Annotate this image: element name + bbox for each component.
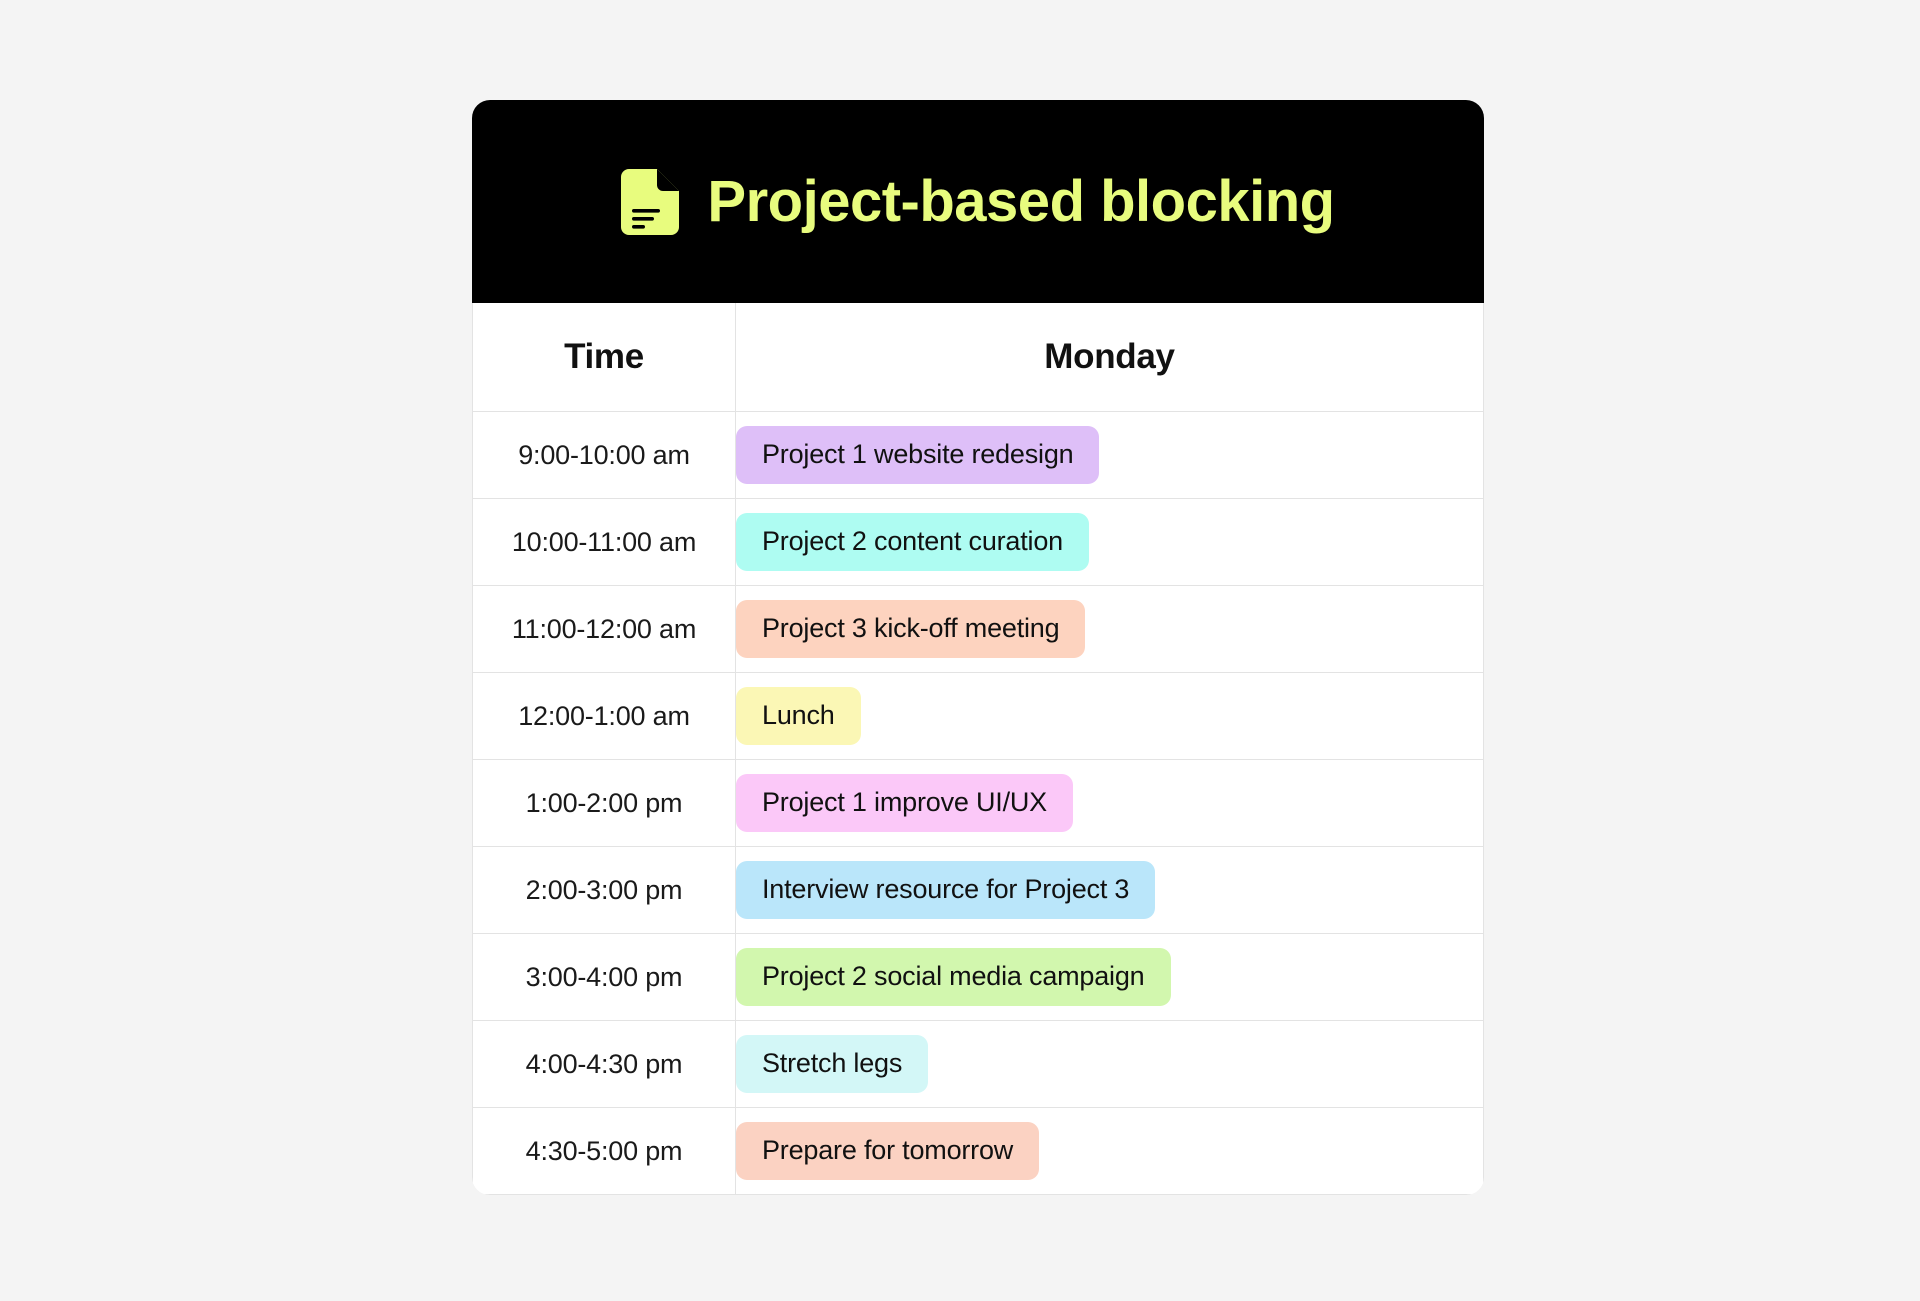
- event-chip[interactable]: Interview resource for Project 3: [736, 861, 1156, 919]
- time-label: 3:00-4:00 pm: [472, 933, 736, 1021]
- time-label: 4:00-4:30 pm: [472, 1020, 736, 1108]
- time-label: 11:00-12:00 am: [472, 585, 736, 673]
- column-header-monday: Monday: [735, 303, 1484, 412]
- event-chip[interactable]: Prepare for tomorrow: [736, 1122, 1040, 1180]
- table-body: 9:00-10:00 am Project 1 website redesign…: [472, 411, 1484, 1195]
- event-cell: Project 2 content curation: [735, 498, 1484, 586]
- schedule-table: Time Monday 9:00-10:00 am Project 1 webs…: [472, 303, 1484, 1195]
- column-header-time: Time: [472, 303, 736, 412]
- event-cell: Interview resource for Project 3: [735, 846, 1484, 934]
- table-header-row: Time Monday: [472, 303, 1484, 412]
- table-row: 4:00-4:30 pm Stretch legs: [472, 1020, 1484, 1108]
- event-chip[interactable]: Lunch: [736, 687, 861, 745]
- table-row: 2:00-3:00 pm Interview resource for Proj…: [472, 846, 1484, 934]
- event-cell: Project 1 improve UI/UX: [735, 759, 1484, 847]
- document-icon: [621, 168, 680, 235]
- event-chip[interactable]: Project 3 kick-off meeting: [736, 600, 1086, 658]
- event-chip[interactable]: Project 1 improve UI/UX: [736, 774, 1073, 832]
- table-row: 4:30-5:00 pm Prepare for tomorrow: [472, 1107, 1484, 1195]
- page-root: Project-based blocking Time Monday 9:00-…: [0, 0, 1920, 1301]
- event-chip[interactable]: Project 1 website redesign: [736, 426, 1100, 484]
- table-row: 3:00-4:00 pm Project 2 social media camp…: [472, 933, 1484, 1021]
- event-cell: Project 2 social media campaign: [735, 933, 1484, 1021]
- time-label: 1:00-2:00 pm: [472, 759, 736, 847]
- event-cell: Stretch legs: [735, 1020, 1484, 1108]
- event-cell: Prepare for tomorrow: [735, 1107, 1484, 1195]
- schedule-card: Project-based blocking Time Monday 9:00-…: [472, 100, 1484, 1195]
- time-label: 9:00-10:00 am: [472, 411, 736, 499]
- table-row: 11:00-12:00 am Project 3 kick-off meetin…: [472, 585, 1484, 673]
- page-title: Project-based blocking: [707, 168, 1335, 234]
- table-row: 9:00-10:00 am Project 1 website redesign: [472, 411, 1484, 499]
- event-cell: Project 1 website redesign: [735, 411, 1484, 499]
- event-cell: Project 3 kick-off meeting: [735, 585, 1484, 673]
- time-label: 4:30-5:00 pm: [472, 1107, 736, 1195]
- table-row: 10:00-11:00 am Project 2 content curatio…: [472, 498, 1484, 586]
- time-label: 12:00-1:00 am: [472, 672, 736, 760]
- event-cell: Lunch: [735, 672, 1484, 760]
- card-header: Project-based blocking: [472, 100, 1484, 303]
- table-row: 12:00-1:00 am Lunch: [472, 672, 1484, 760]
- event-chip[interactable]: Project 2 content curation: [736, 513, 1089, 571]
- event-chip[interactable]: Stretch legs: [736, 1035, 929, 1093]
- time-label: 10:00-11:00 am: [472, 498, 736, 586]
- table-row: 1:00-2:00 pm Project 1 improve UI/UX: [472, 759, 1484, 847]
- time-label: 2:00-3:00 pm: [472, 846, 736, 934]
- event-chip[interactable]: Project 2 social media campaign: [736, 948, 1171, 1006]
